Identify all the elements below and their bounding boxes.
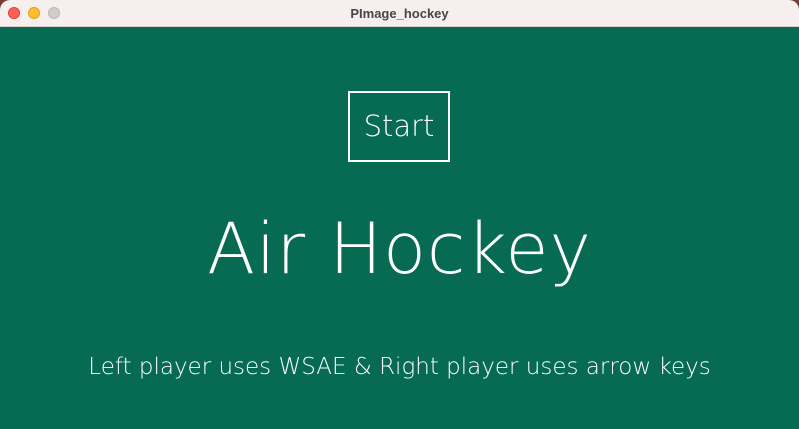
title-bar[interactable]: PImage_hockey bbox=[0, 0, 799, 27]
game-canvas[interactable]: Start Air Hockey Left player uses WSAE &… bbox=[0, 27, 799, 429]
controls-instructions: Left player uses WSAE & Right player use… bbox=[88, 354, 711, 380]
app-window: PImage_hockey Start Air Hockey Left play… bbox=[0, 0, 799, 429]
window-title: PImage_hockey bbox=[350, 6, 449, 21]
game-title: Air Hockey bbox=[207, 208, 592, 290]
start-button[interactable]: Start bbox=[348, 91, 450, 162]
